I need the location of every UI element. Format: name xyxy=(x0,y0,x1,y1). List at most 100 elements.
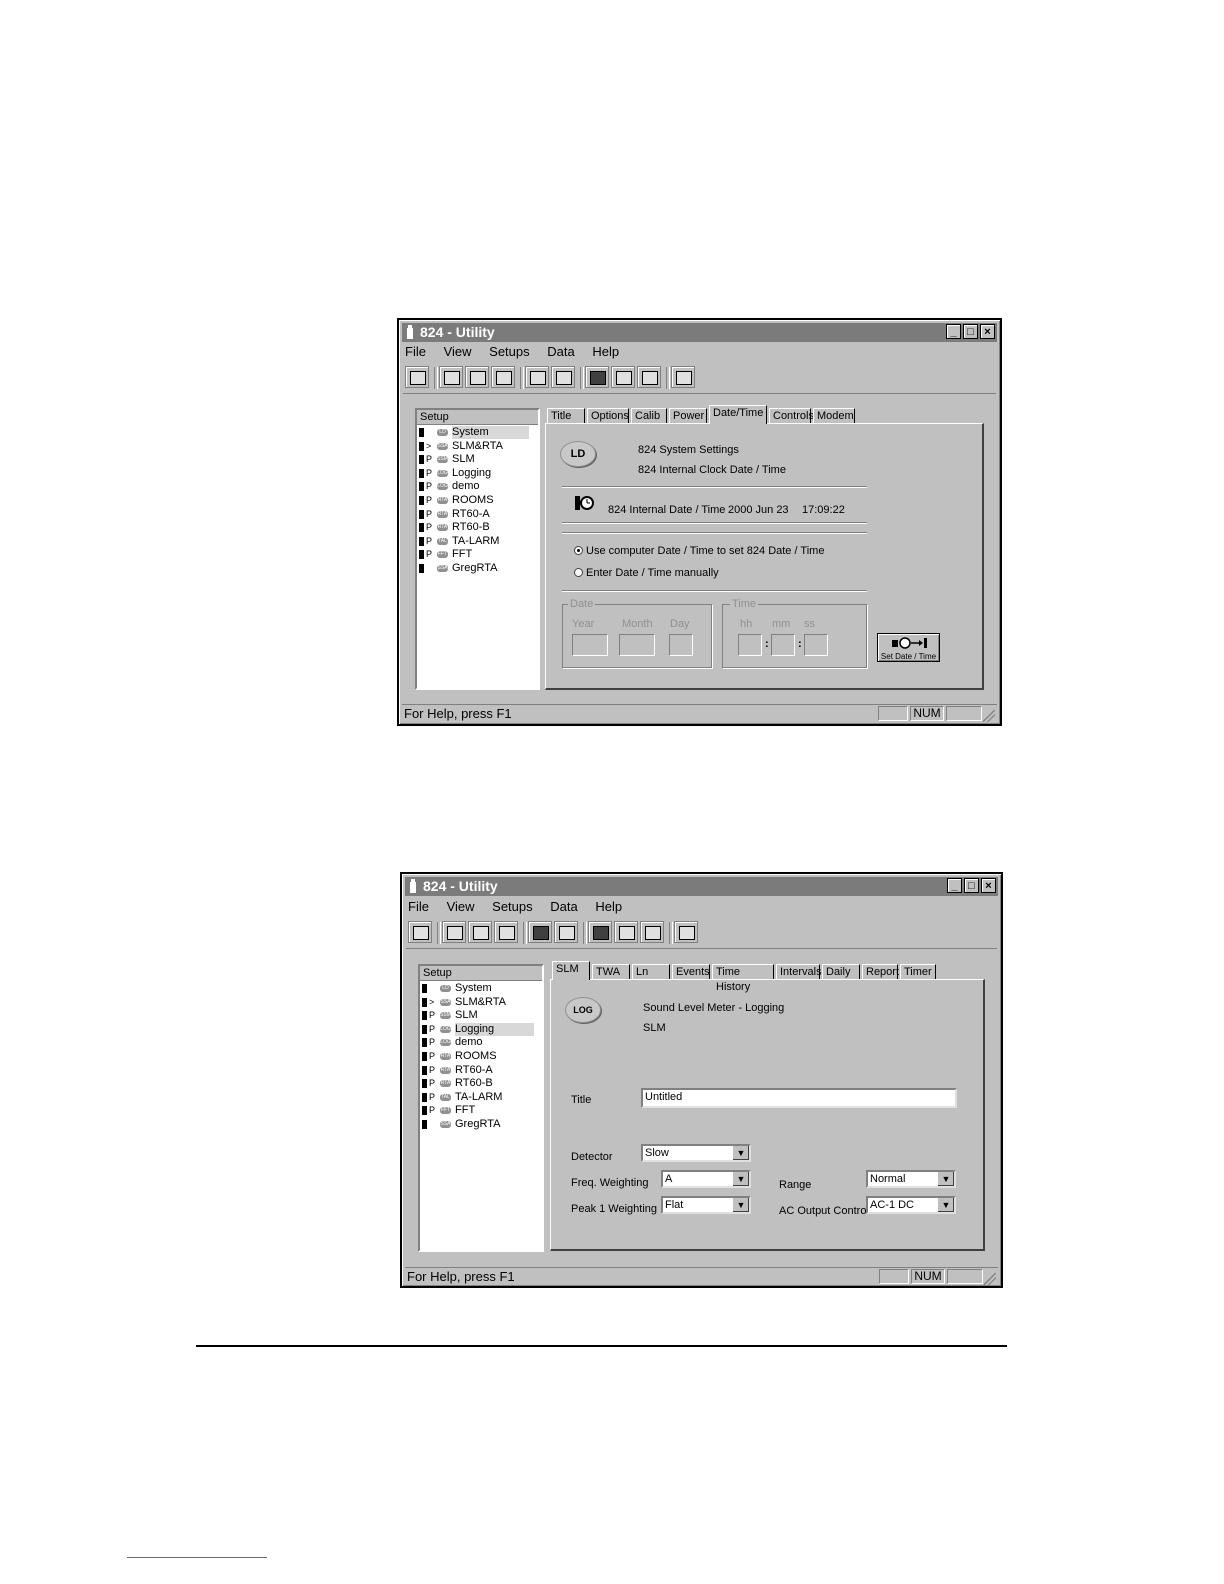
month-input[interactable] xyxy=(619,634,655,656)
chevron-down-icon[interactable]: ▼ xyxy=(937,1198,954,1212)
tab-calib[interactable]: Calib xyxy=(631,408,667,423)
save-button[interactable] xyxy=(525,366,549,388)
menu-view[interactable]: View xyxy=(444,344,472,359)
resize-grip[interactable] xyxy=(984,1273,996,1285)
tab-power[interactable]: Power xyxy=(669,408,707,423)
maximize-icon[interactable]: □ xyxy=(964,878,979,893)
menu-setups[interactable]: Setups xyxy=(489,344,529,359)
tab-events[interactable]: Events xyxy=(672,964,710,979)
title-input[interactable]: Untitled xyxy=(641,1088,957,1108)
tree-item[interactable]: SSA GregRTA xyxy=(417,562,538,575)
tree-item[interactable]: P LOG demo xyxy=(417,480,538,493)
radio-use-computer-time[interactable] xyxy=(574,546,583,555)
tab-options[interactable]: Options xyxy=(587,408,629,423)
menu-data[interactable]: Data xyxy=(547,344,574,359)
tab-report[interactable]: Report xyxy=(862,964,899,979)
chevron-down-icon[interactable]: ▼ xyxy=(937,1172,954,1186)
connect-button[interactable] xyxy=(405,366,429,388)
tree-item[interactable]: P TAL TA-LARM xyxy=(417,535,538,548)
freq-weighting-select[interactable]: A ▼ xyxy=(661,1170,751,1188)
tab-twa[interactable]: TWA xyxy=(592,964,630,979)
setup-button[interactable] xyxy=(442,921,466,943)
send-to-meter-button[interactable] xyxy=(551,366,575,388)
tree-item[interactable]: P RTA ROOMS xyxy=(420,1050,542,1063)
data-view-button[interactable] xyxy=(611,366,635,388)
hh-input[interactable] xyxy=(738,634,762,656)
year-input[interactable] xyxy=(572,634,608,656)
tree-item[interactable]: > SSA SLM&RTA xyxy=(417,440,538,453)
tree-item[interactable]: P FFT FFT xyxy=(420,1104,542,1117)
setup-detail-button[interactable] xyxy=(468,921,492,943)
ss-input[interactable] xyxy=(804,634,828,656)
tab-time-history[interactable]: Time History xyxy=(712,964,774,993)
setup-detail-button[interactable] xyxy=(465,366,489,388)
maximize-icon[interactable]: □ xyxy=(963,324,978,339)
setup-edit-button[interactable] xyxy=(494,921,518,943)
data-view-button[interactable] xyxy=(614,921,638,943)
tree-item[interactable]: P RTA RT60-B xyxy=(417,521,538,534)
detector-select[interactable]: Slow ▼ xyxy=(641,1144,751,1162)
day-input[interactable] xyxy=(669,634,693,656)
tab-timer[interactable]: Timer xyxy=(900,964,936,979)
tree-item[interactable]: P TAL TA-LARM xyxy=(420,1091,542,1104)
setup-edit-button[interactable] xyxy=(491,366,515,388)
tree-item[interactable]: P SSM SLM xyxy=(417,453,538,466)
send-to-meter-button[interactable] xyxy=(554,921,578,943)
close-icon[interactable]: × xyxy=(980,324,995,339)
tree-item[interactable]: P LOG Logging xyxy=(417,467,538,480)
tree-item[interactable]: P LOG Logging xyxy=(420,1022,542,1036)
tree-item[interactable]: P RTA RT60-B xyxy=(420,1077,542,1090)
tab-controls[interactable]: Controls xyxy=(769,408,814,423)
tree-item[interactable]: P FFT FFT xyxy=(417,548,538,561)
chevron-down-icon[interactable]: ▼ xyxy=(732,1146,749,1160)
utility-button[interactable] xyxy=(640,921,664,943)
menu-setups[interactable]: Setups xyxy=(492,899,532,914)
menu-file[interactable]: File xyxy=(408,899,429,914)
tree-item[interactable]: > SSA SLM&RTA xyxy=(420,996,542,1009)
tab-ln[interactable]: Ln xyxy=(632,964,670,979)
menu-help[interactable]: Help xyxy=(595,899,622,914)
title-bar[interactable]: 824 - Utility _ □ × xyxy=(405,877,998,896)
tree-item[interactable]: P RTA RT60-A xyxy=(420,1064,542,1077)
save-button[interactable] xyxy=(528,921,552,943)
ac-output-select[interactable]: AC-1 DC ▼ xyxy=(866,1196,956,1214)
set-date-time-button[interactable]: Set Date / Time xyxy=(877,633,940,662)
menu-help[interactable]: Help xyxy=(592,344,619,359)
title-bar[interactable]: 824 - Utility _ □ × xyxy=(402,323,997,342)
radio-enter-manually[interactable] xyxy=(574,568,583,577)
chevron-down-icon[interactable]: ▼ xyxy=(732,1172,749,1186)
minimize-icon[interactable]: _ xyxy=(947,878,962,893)
resize-grip[interactable] xyxy=(983,710,995,722)
report-button[interactable] xyxy=(671,366,695,388)
tree-item[interactable]: SSA GregRTA xyxy=(420,1118,542,1131)
tab-slm[interactable]: SLM xyxy=(552,961,590,980)
setup-tree[interactable]: Setup LD System > SSA SLM&RTA P SSM SLM P LOG Logg… xyxy=(418,964,544,1252)
tab-modem[interactable]: Modem xyxy=(813,408,855,423)
connect-button[interactable] xyxy=(408,921,432,943)
chevron-down-icon[interactable]: ▼ xyxy=(732,1198,749,1212)
tree-item[interactable]: LD System xyxy=(420,982,542,995)
tab-title[interactable]: Title xyxy=(547,408,585,423)
tree-item[interactable]: LD System xyxy=(417,426,538,439)
tab-daily[interactable]: Daily xyxy=(822,964,860,979)
tree-item[interactable]: P RTA ROOMS xyxy=(417,494,538,507)
menu-view[interactable]: View xyxy=(447,899,475,914)
mm-input[interactable] xyxy=(771,634,795,656)
menu-data[interactable]: Data xyxy=(550,899,577,914)
range-select[interactable]: Normal ▼ xyxy=(866,1170,956,1188)
minimize-icon[interactable]: _ xyxy=(946,324,961,339)
menu-file[interactable]: File xyxy=(405,344,426,359)
setup-button[interactable] xyxy=(439,366,463,388)
setup-view-button[interactable] xyxy=(588,921,612,943)
report-button[interactable] xyxy=(674,921,698,943)
close-icon[interactable]: × xyxy=(981,878,996,893)
tree-item[interactable]: P SSM SLM xyxy=(420,1009,542,1022)
peak-weighting-select[interactable]: Flat ▼ xyxy=(661,1196,751,1214)
tree-item[interactable]: P RTA RT60-A xyxy=(417,508,538,521)
tree-item[interactable]: P LOG demo xyxy=(420,1036,542,1049)
utility-button[interactable] xyxy=(637,366,661,388)
setup-view-button[interactable] xyxy=(585,366,609,388)
tab-intervals[interactable]: Intervals xyxy=(776,964,822,979)
tab-date-time[interactable]: Date/Time xyxy=(709,405,767,424)
setup-tree[interactable]: Setup LD System > SSA SLM&RTA P SSM SLM P LOG Logg… xyxy=(415,408,540,690)
